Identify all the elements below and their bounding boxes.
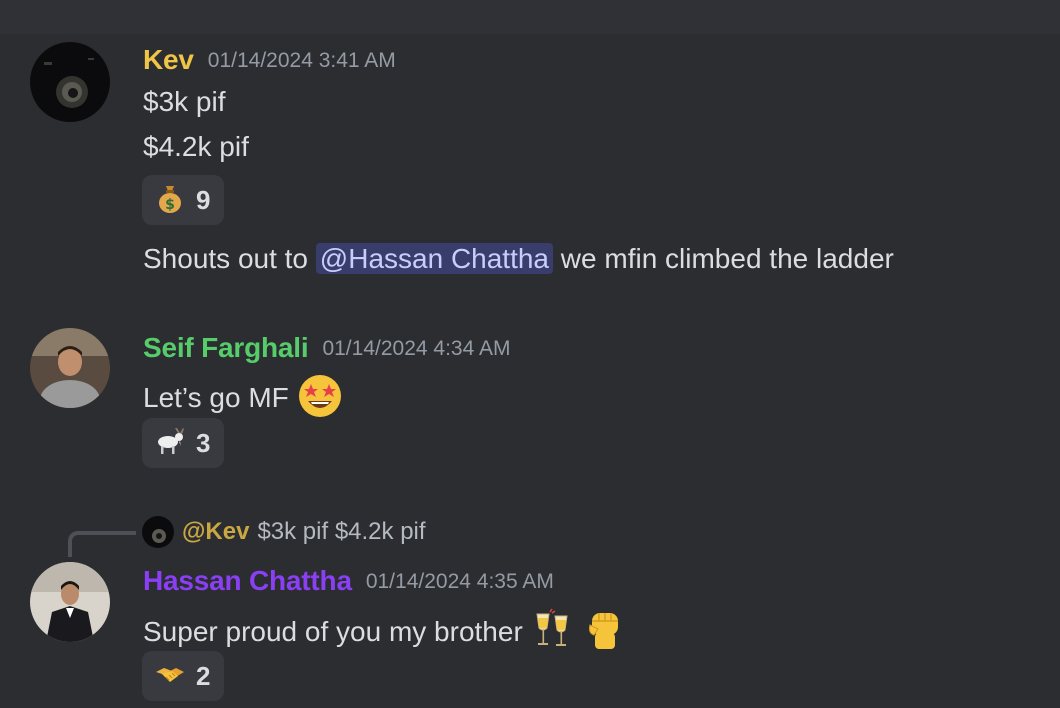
message-text-line: $4.2k pif: [143, 131, 249, 162]
svg-text:$: $: [165, 197, 175, 213]
reply-preview-text[interactable]: $3k pif $4.2k pif: [257, 518, 425, 546]
reply-avatar: [142, 516, 174, 548]
reaction-count: 9: [196, 184, 211, 215]
goat-icon: [154, 425, 186, 462]
message-text-line: Shouts out to @Hassan Chattha we mfin cl…: [143, 243, 894, 275]
message-text-line: $3k pif: [143, 86, 226, 117]
raised-fist-icon: [582, 607, 628, 660]
timestamp: 01/14/2024 4:34 AM: [322, 337, 511, 360]
text-segment: Let’s go MF: [143, 381, 289, 413]
text-segment: Super proud of you my brother: [143, 615, 523, 647]
message-header: Seif Farghali 01/14/2024 4:34 AM: [143, 332, 510, 364]
channel-top-strip: [0, 0, 1060, 34]
reaction-count: 3: [196, 427, 211, 458]
username-kev[interactable]: Kev: [143, 44, 194, 75]
message-header: Kev 01/14/2024 3:41 AM: [143, 44, 396, 76]
reply-connector: [68, 531, 136, 557]
reaction-handshake[interactable]: 2: [142, 651, 225, 701]
message-header: Hassan Chattha 01/14/2024 4:35 AM: [143, 565, 554, 597]
username-hassan[interactable]: Hassan Chattha: [143, 565, 352, 596]
reaction-money-bag[interactable]: $ 9: [142, 175, 225, 225]
avatar-seif[interactable]: [30, 328, 110, 408]
champagne-glasses-icon: [531, 608, 575, 659]
star-struck-icon: [297, 373, 343, 426]
timestamp: 01/14/2024 4:35 AM: [365, 570, 554, 593]
timestamp: 01/14/2024 3:41 AM: [207, 49, 396, 72]
reaction-count: 2: [196, 660, 211, 691]
handshake-icon: [154, 658, 186, 695]
reaction-goat[interactable]: 3: [142, 418, 225, 468]
reply-author[interactable]: @Kev: [182, 518, 249, 546]
text-segment: we mfin climbed the ladder: [560, 243, 894, 274]
avatar-kev[interactable]: [30, 42, 110, 122]
text-segment: Shouts out to: [143, 243, 309, 274]
username-seif[interactable]: Seif Farghali: [143, 332, 309, 363]
avatar-hassan[interactable]: [30, 562, 110, 642]
reply-reference[interactable]: @Kev $3k pif $4.2k pif: [142, 516, 426, 548]
user-mention[interactable]: @Hassan Chattha: [315, 243, 554, 274]
money-bag-icon: $: [154, 182, 186, 219]
